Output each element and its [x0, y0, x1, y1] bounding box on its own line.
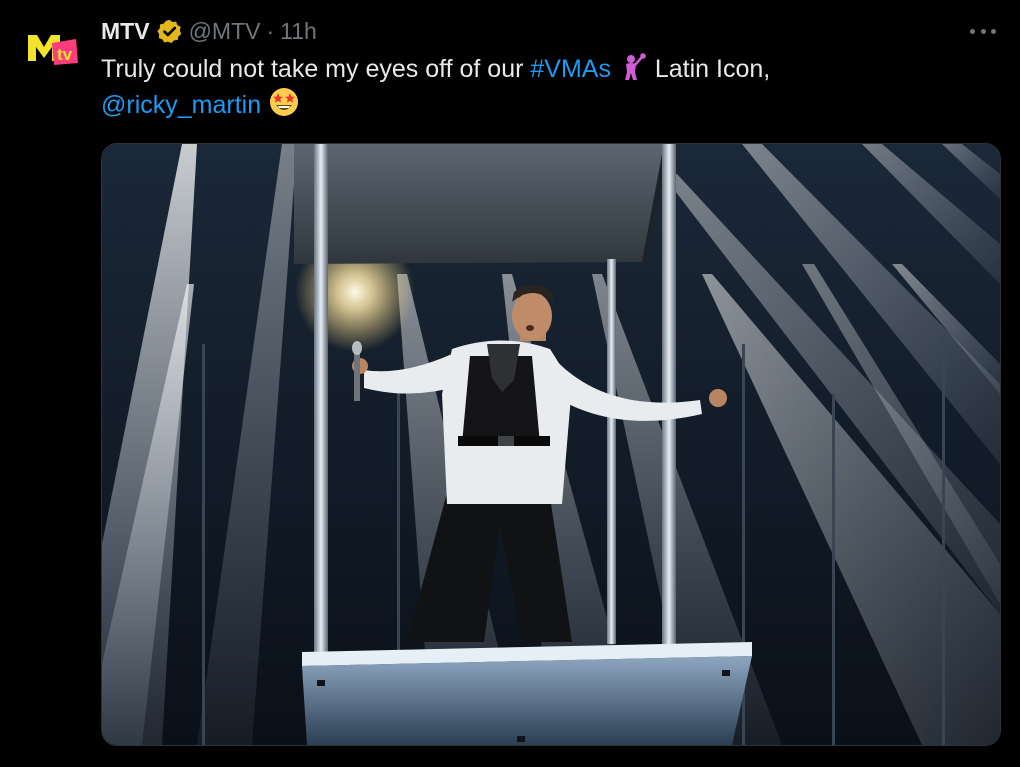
concert-stage-image — [102, 144, 1000, 745]
verified-gold-badge-icon — [156, 19, 181, 43]
mtv-logo-icon: tv — [24, 25, 80, 71]
svg-text:tv: tv — [57, 45, 73, 64]
tweet-timestamp[interactable]: 11h — [280, 18, 317, 45]
hashtag-link[interactable]: #VMAs — [530, 55, 611, 83]
tweet-header: MTV @MTV · 11h — [101, 14, 317, 48]
tweet-text-main: Truly could not take my eyes off of our — [101, 55, 531, 83]
singer-emoji-icon — [624, 53, 646, 80]
separator-dot: · — [266, 17, 275, 44]
tweet-media-photo[interactable] — [101, 143, 1001, 746]
more-options-button[interactable] — [970, 24, 996, 38]
star-struck-emoji-icon — [270, 88, 299, 116]
tweet-text-after: Latin Icon, — [647, 55, 771, 83]
mention-link[interactable]: @ricky_martin — [101, 91, 261, 119]
author-name[interactable]: MTV — [101, 18, 150, 45]
author-handle[interactable]: @MTV — [189, 18, 261, 45]
more-options-icon — [970, 28, 975, 34]
avatar[interactable]: tv — [24, 25, 80, 71]
tweet-text: Truly could not take my eyes off of our … — [101, 52, 981, 122]
